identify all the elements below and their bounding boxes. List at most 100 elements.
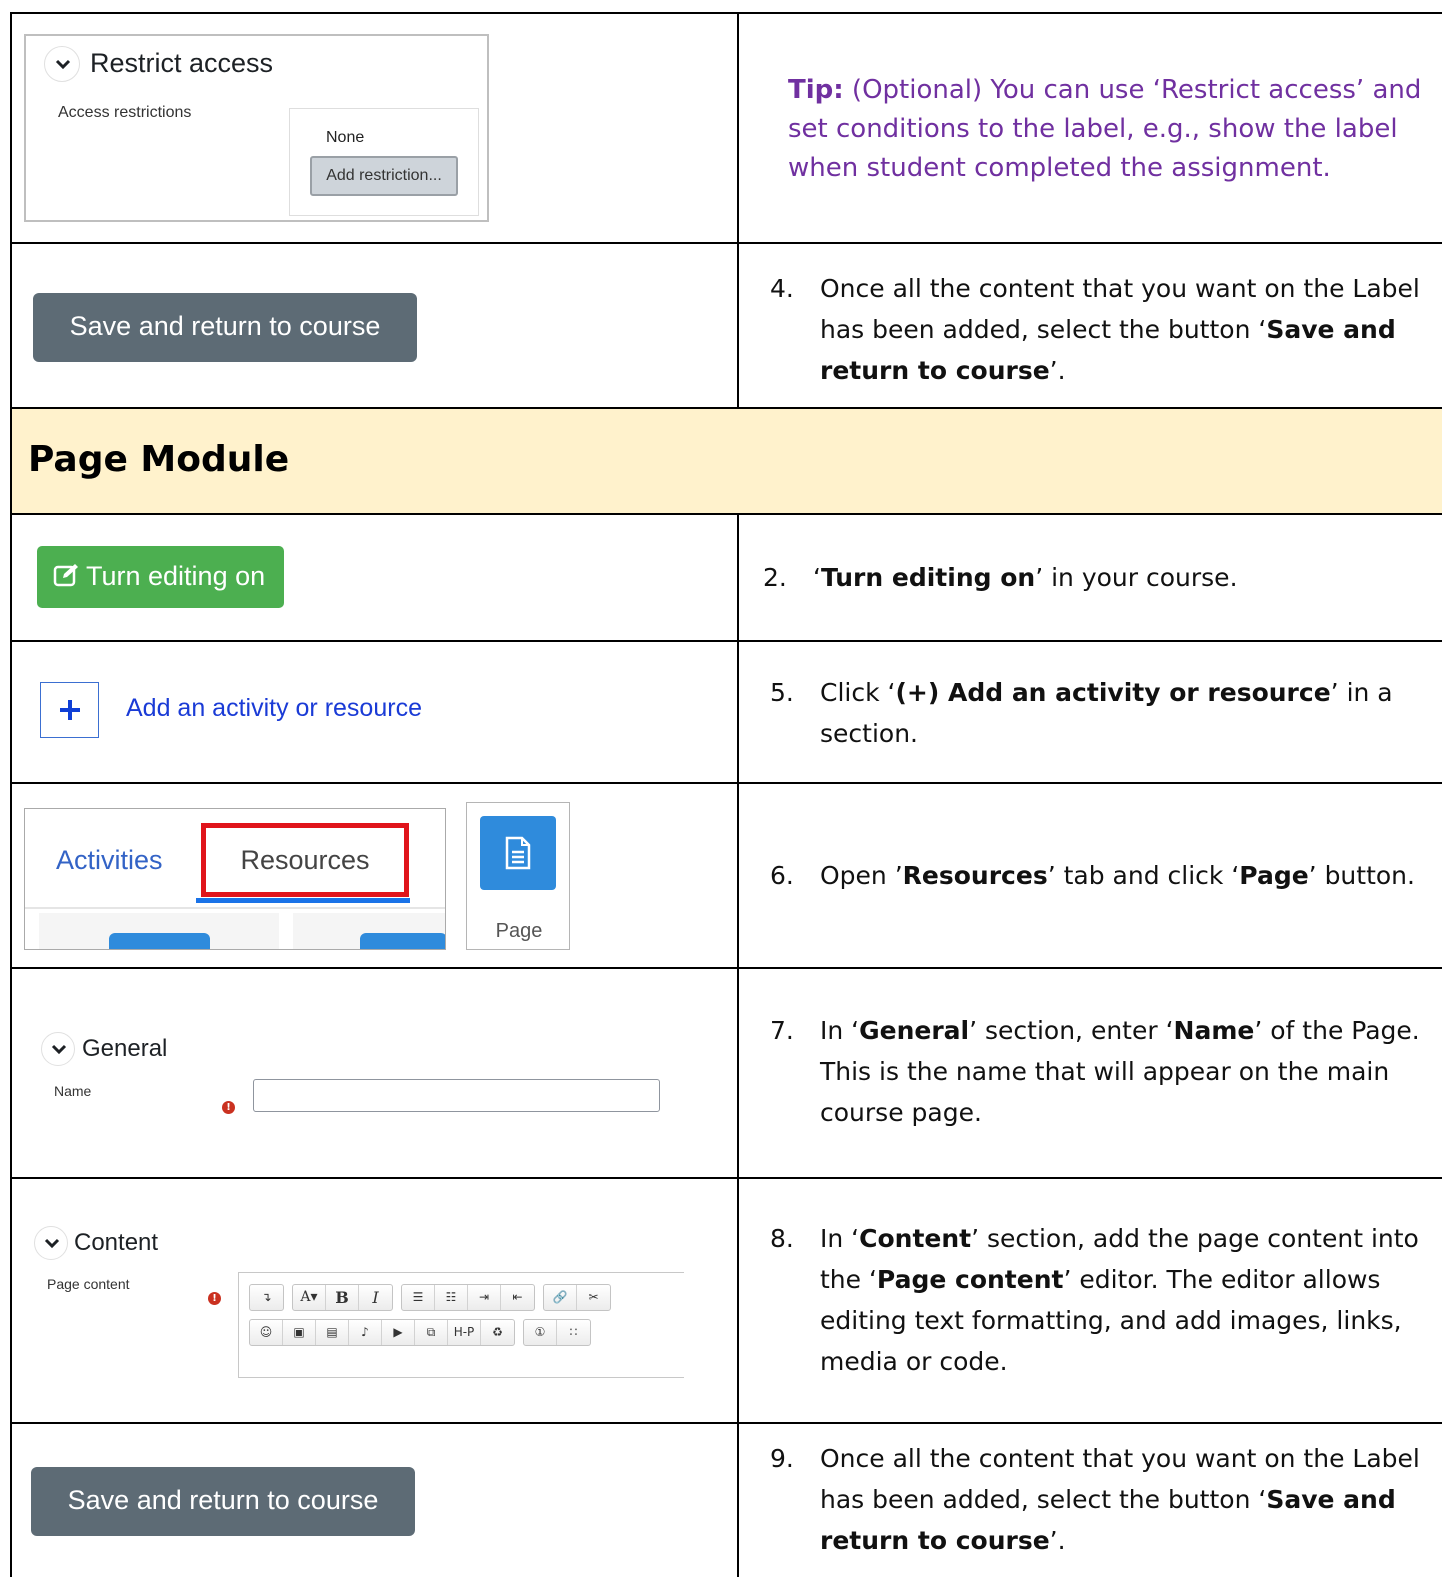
toolbar-button[interactable]: ♻ [481, 1320, 514, 1345]
step-9: 9. Once all the content that you want on… [770, 1438, 1430, 1568]
collapse-toggle[interactable] [44, 46, 80, 82]
general-collapse-toggle[interactable] [41, 1032, 75, 1066]
chevron-down-icon [55, 59, 71, 70]
toolbar-button[interactable]: ✂ [577, 1285, 610, 1310]
row-divider [10, 782, 1442, 784]
name-field-label: Name [54, 1083, 92, 1099]
row-divider [10, 967, 1442, 969]
toolbar-button-group: A▾ B I [292, 1284, 393, 1311]
editor-toolbar-row: ↴ A▾ B I ☰ ☷ ⇥ ⇤ 🔗 ✂ [249, 1284, 619, 1311]
page-tile [480, 816, 556, 890]
restrict-access-panel: Restrict access Access restrictions None… [24, 34, 489, 222]
toolbar-button[interactable]: ⧉ [415, 1320, 448, 1345]
toolbar-button[interactable]: ☷ [435, 1285, 468, 1310]
toolbar-button[interactable]: ▶ [382, 1320, 415, 1345]
add-activity-link[interactable]: Add an activity or resource [126, 694, 422, 723]
table-border-left [10, 12, 12, 1577]
row-divider [10, 513, 1442, 515]
document-page: Restrict access Access restrictions None… [0, 0, 1442, 1577]
restrictions-none-text: None [326, 129, 365, 146]
toolbar-button[interactable]: B [326, 1285, 359, 1310]
toolbar-button[interactable]: ⇥ [468, 1285, 501, 1310]
step-text: In ‘General’ section, enter ‘Name’ of th… [820, 1016, 1420, 1127]
content-collapse-toggle[interactable] [34, 1226, 68, 1260]
toolbar-button[interactable]: ♪ [349, 1320, 382, 1345]
add-activity-plus-button[interactable] [40, 682, 99, 738]
toolbar-button[interactable]: ↴ [250, 1285, 283, 1310]
tab-activities[interactable]: Activities [56, 845, 163, 876]
step-number: 8. [770, 1224, 794, 1253]
toolbar-button-group: ☰ ☷ ⇥ ⇤ [401, 1284, 535, 1311]
toolbar-button[interactable]: I [359, 1285, 392, 1310]
add-restriction-button[interactable]: Add restriction... [310, 156, 458, 196]
toolbar-button-group: ↴ [249, 1284, 284, 1311]
toolbar-button[interactable]: ① [524, 1320, 557, 1345]
toolbar-button[interactable]: ⇤ [501, 1285, 534, 1310]
table-border-top [10, 12, 1442, 14]
toolbar-button[interactable]: 🔗 [544, 1285, 577, 1310]
toolbar-button[interactable]: ☺ [250, 1320, 283, 1345]
toolbar-button[interactable]: ▣ [283, 1320, 316, 1345]
step-number: 6. [770, 861, 794, 890]
column-divider [737, 12, 739, 408]
page-document-icon [505, 836, 531, 870]
active-tab-indicator [196, 898, 410, 903]
page-resource-button[interactable]: Page [466, 802, 570, 950]
edit-icon [53, 564, 78, 587]
section-header-band: Page Module [12, 409, 1442, 513]
step-7: 7. In ‘General’ section, enter ‘Name’ of… [770, 1010, 1432, 1140]
restrict-access-title: Restrict access [90, 48, 274, 78]
tip-prefix: Tip: [788, 75, 844, 105]
step-text: Once all the content that you want on th… [820, 1444, 1420, 1555]
step-text: Click ‘(+) Add an activity or resource’ … [820, 678, 1393, 748]
chevron-down-icon [51, 1044, 67, 1055]
toolbar-button[interactable]: H-P [448, 1320, 481, 1345]
save-and-return-button[interactable]: Save and return to course [33, 293, 417, 362]
step-2: 2. ‘Turn editing on’ in your course. [763, 557, 1423, 602]
required-icon: ! [208, 1292, 221, 1305]
chooser-divider [25, 907, 445, 909]
general-section-title: General [82, 1035, 168, 1062]
step-4: 4. Once all the content that you want on… [770, 268, 1430, 398]
step-6: 6. Open ’Resources’ tab and click ‘Page’… [770, 855, 1430, 900]
required-icon: ! [222, 1101, 235, 1114]
row-divider [10, 242, 1442, 244]
toolbar-button[interactable]: ▤ [316, 1320, 349, 1345]
step-text: In ‘Content’ section, add the page conte… [820, 1224, 1419, 1376]
step-8: 8. In ‘Content’ section, add the page co… [770, 1218, 1432, 1393]
toolbar-button[interactable]: A▾ [293, 1285, 326, 1310]
tab-resources[interactable]: Resources [201, 823, 409, 897]
page-content-label: Page content [47, 1276, 130, 1292]
save-button-label: Save and return to course [67, 1485, 379, 1515]
step-number: 2. [763, 563, 787, 592]
step-5: 5. Click ‘(+) Add an activity or resourc… [770, 672, 1430, 762]
row-divider [10, 1422, 1442, 1424]
chooser-item-icon [109, 933, 210, 949]
step-number: 4. [770, 274, 794, 303]
step-text: Open ’Resources’ tab and click ‘Page’ bu… [820, 861, 1415, 890]
step-number: 5. [770, 678, 794, 707]
plus-icon [60, 700, 80, 720]
access-restrictions-label: Access restrictions [58, 104, 192, 121]
save-button-label: Save and return to course [69, 311, 381, 341]
toolbar-button[interactable]: ☰ [402, 1285, 435, 1310]
turn-editing-on-button[interactable]: Turn editing on [37, 546, 284, 608]
row-divider [10, 1177, 1442, 1179]
page-label: Page [495, 920, 543, 942]
section-title: Page Module [28, 439, 290, 480]
page-content-editor[interactable]: ↴ A▾ B I ☰ ☷ ⇥ ⇤ 🔗 ✂ ☺ ▣ ▤ ♪ ▶ ⧉ H-P ♻ ① ∷ [238, 1272, 684, 1378]
step-number: 7. [770, 1016, 794, 1045]
save-and-return-button[interactable]: Save and return to course [31, 1467, 415, 1536]
column-divider [737, 514, 739, 1577]
tip-body: (Optional) You can use ‘Restrict access’… [788, 75, 1422, 183]
chevron-down-icon [44, 1238, 60, 1249]
name-input[interactable] [253, 1079, 660, 1112]
turn-editing-label: Turn editing on [86, 561, 266, 591]
toolbar-button[interactable]: ∷ [557, 1320, 590, 1345]
step-text: Once all the content that you want on th… [820, 274, 1420, 385]
step-number: 9. [770, 1444, 794, 1473]
chooser-item-icon [360, 933, 445, 949]
tip-text: Tip: (Optional) You can use ‘Restrict ac… [788, 71, 1428, 188]
restrictions-container: None Add restriction... [289, 108, 479, 216]
content-section-title: Content [74, 1229, 159, 1256]
